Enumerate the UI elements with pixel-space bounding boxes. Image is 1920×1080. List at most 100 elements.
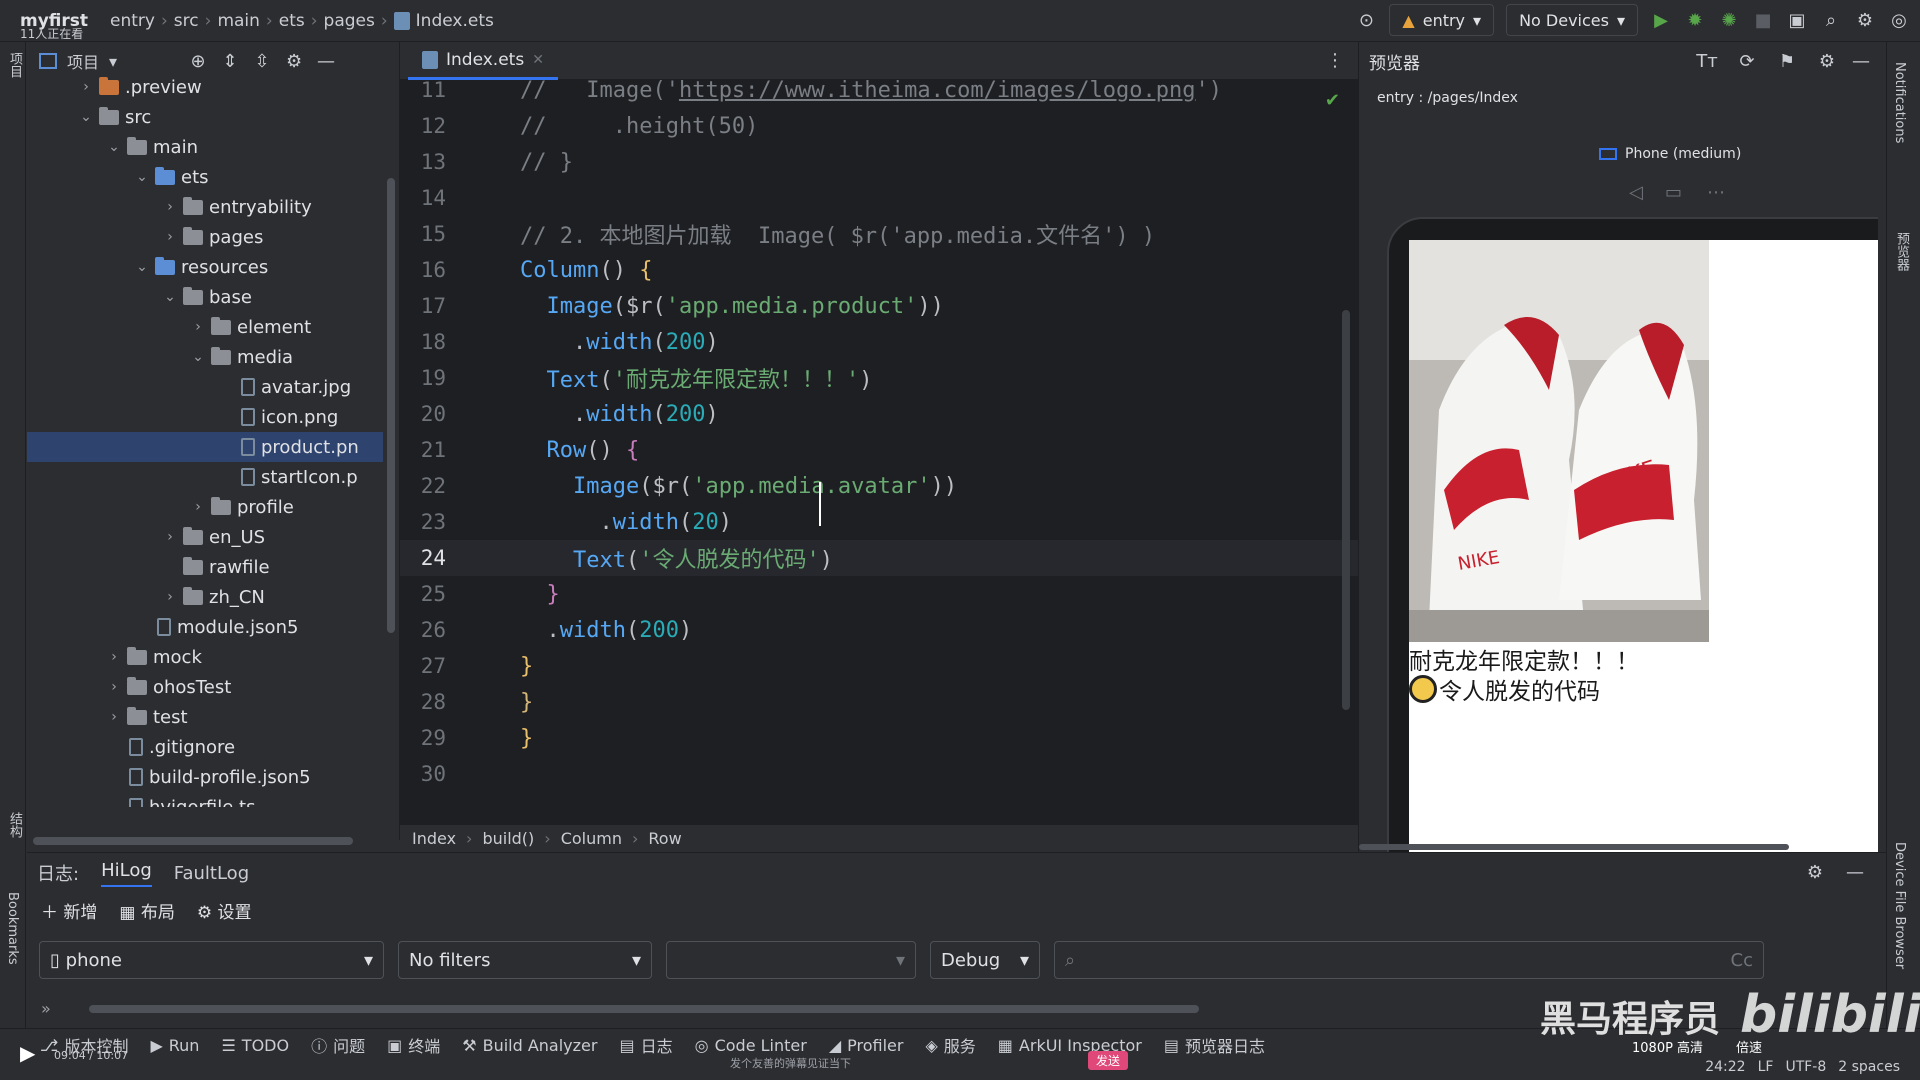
- code-line[interactable]: 15 // 2. 本地图片加载 Image( $r('app.media.文件名'…: [400, 216, 1358, 252]
- file-encoding[interactable]: UTF-8: [1785, 1059, 1826, 1075]
- tool-terminal[interactable]: ▣ 终端: [387, 1033, 440, 1057]
- breadcrumb-pages[interactable]: pages: [324, 11, 375, 31]
- tool-todo[interactable]: ☰ TODO: [221, 1036, 289, 1055]
- project-view-dropdown[interactable]: 项目: [67, 49, 99, 73]
- code-line[interactable]: 11 // Image('https://www.itheima.com/imag…: [400, 80, 1358, 108]
- chevron-right-icon[interactable]: ›: [105, 679, 123, 695]
- tree-item[interactable]: rawfile: [27, 552, 383, 582]
- code-line[interactable]: 14: [400, 180, 1358, 216]
- inspect-icon[interactable]: ⚑: [1776, 50, 1798, 72]
- log-search-input[interactable]: ⌕ Cc: [1054, 941, 1764, 979]
- code-line[interactable]: 27}: [400, 648, 1358, 684]
- chevron-right-icon[interactable]: ›: [161, 229, 179, 245]
- code-line[interactable]: 26 .width(200): [400, 612, 1358, 648]
- run-icon[interactable]: ▶: [1650, 9, 1672, 31]
- search-icon[interactable]: ⌕: [1820, 9, 1842, 31]
- project-tree-scrollbar[interactable]: [387, 178, 395, 633]
- breadcrumb-entry[interactable]: entry: [110, 11, 155, 31]
- project-hscrollbar[interactable]: [33, 837, 353, 845]
- chevron-right-icon[interactable]: ›: [105, 709, 123, 725]
- send-danmaku-button[interactable]: 发送: [1088, 1051, 1129, 1070]
- tool-version-control[interactable]: ⎇ 版本控制: [40, 1033, 128, 1057]
- code-line[interactable]: 21 Row() {: [400, 432, 1358, 468]
- log-settings-button[interactable]: ⚙ 设置: [197, 898, 252, 923]
- locate-icon[interactable]: ⊕: [187, 50, 209, 72]
- phone-screen[interactable]: NIKE NIKE 耐克龙年限定款！！！ 令人脱发的代码: [1409, 240, 1878, 852]
- tree-item[interactable]: › profile: [27, 492, 383, 522]
- minimize-icon[interactable]: —: [1850, 50, 1872, 72]
- tree-item[interactable]: › zh_CN: [27, 582, 383, 612]
- breadcrumb-src[interactable]: src: [174, 11, 199, 31]
- tree-item[interactable]: avatar.jpg: [27, 372, 383, 402]
- tree-item[interactable]: .gitignore: [27, 732, 383, 762]
- gear-icon[interactable]: ⚙: [1804, 861, 1826, 883]
- tree-item[interactable]: ⌄ ets: [27, 162, 383, 192]
- tree-item[interactable]: › pages: [27, 222, 383, 252]
- tool-profiler[interactable]: ◢ Profiler: [829, 1036, 904, 1055]
- breadcrumb-column[interactable]: Column: [561, 829, 622, 848]
- chevron-right-icon[interactable]: ›: [189, 319, 207, 335]
- tree-item[interactable]: module.json5: [27, 612, 383, 642]
- breadcrumb-file[interactable]: Index.ets: [393, 11, 494, 31]
- tool-previewer-log[interactable]: ▤ 预览器日志: [1164, 1033, 1265, 1057]
- tab-index-ets[interactable]: Index.ets ✕: [408, 42, 558, 80]
- breadcrumb-index[interactable]: Index: [412, 829, 456, 848]
- expand-icon[interactable]: »: [41, 999, 51, 1018]
- expand-all-icon[interactable]: ⇕: [219, 50, 241, 72]
- tree-item[interactable]: ⌄ resources: [27, 252, 383, 282]
- tree-item[interactable]: ⌄ base: [27, 282, 383, 312]
- minimize-icon[interactable]: —: [315, 50, 337, 72]
- chevron-down-icon[interactable]: ⌄: [161, 289, 179, 305]
- tool-services[interactable]: ◈ 服务: [925, 1033, 975, 1057]
- attach-debugger-icon[interactable]: ✺: [1718, 9, 1740, 31]
- run-config-dropdown[interactable]: ▲ entry ▾: [1389, 4, 1495, 36]
- breadcrumb-ets[interactable]: ets: [279, 11, 305, 31]
- tree-item[interactable]: icon.png: [27, 402, 383, 432]
- project-name[interactable]: myfirst 11人正在看: [20, 11, 88, 41]
- rotate-icon[interactable]: ▭: [1665, 182, 1682, 203]
- breadcrumb-main[interactable]: main: [217, 11, 259, 31]
- tree-item[interactable]: product.pn: [27, 432, 383, 462]
- tool-run[interactable]: ▶ Run: [150, 1036, 199, 1055]
- match-case-toggle[interactable]: Cc: [1731, 950, 1753, 971]
- tool-code-linter[interactable]: ◎ Code Linter: [695, 1036, 807, 1055]
- stop-icon[interactable]: ■: [1752, 9, 1774, 31]
- code-editor[interactable]: 11 // Image('https://www.itheima.com/imag…: [400, 80, 1358, 824]
- tool-log[interactable]: ▤ 日志: [619, 1033, 672, 1057]
- tree-item[interactable]: ⌄ src: [27, 102, 383, 132]
- tree-item[interactable]: build-profile.json5: [27, 762, 383, 792]
- account-icon[interactable]: ◎: [1888, 9, 1910, 31]
- device-file-browser-tool-button[interactable]: Device File Browser: [1892, 842, 1907, 969]
- line-separator[interactable]: LF: [1758, 1059, 1774, 1075]
- tree-item[interactable]: › en_US: [27, 522, 383, 552]
- code-line[interactable]: 29}: [400, 720, 1358, 756]
- code-line[interactable]: 13 // }: [400, 144, 1358, 180]
- code-line[interactable]: 17 Image($r('app.media.product')): [400, 288, 1358, 324]
- gear-icon[interactable]: ⚙: [1816, 50, 1838, 72]
- play-icon[interactable]: ▶: [20, 1041, 35, 1065]
- chevron-down-icon[interactable]: ▾: [109, 52, 117, 71]
- chevron-right-icon[interactable]: ›: [77, 79, 95, 95]
- editor-scrollbar[interactable]: [1342, 310, 1350, 710]
- log-level-select[interactable]: Debug ▾: [930, 941, 1040, 979]
- chevron-down-icon[interactable]: ⌄: [189, 349, 207, 365]
- code-line[interactable]: 18 .width(200): [400, 324, 1358, 360]
- tree-item[interactable]: › entryability: [27, 192, 383, 222]
- caret-position[interactable]: 24:22: [1705, 1059, 1745, 1075]
- breadcrumb-build[interactable]: build(): [482, 829, 534, 848]
- font-size-icon[interactable]: Tт: [1696, 50, 1718, 72]
- tree-item[interactable]: ⌄ media: [27, 342, 383, 372]
- tab-faultlog[interactable]: FaultLog: [174, 863, 249, 884]
- debug-icon[interactable]: ✹: [1684, 9, 1706, 31]
- code-line[interactable]: 23 .width(20): [400, 504, 1358, 540]
- tab-hilog[interactable]: HiLog: [101, 860, 152, 887]
- tree-item[interactable]: › test: [27, 702, 383, 732]
- back-icon[interactable]: ◁: [1629, 182, 1643, 203]
- code-line[interactable]: 19 Text('耐克龙年限定款！！！'): [400, 360, 1358, 396]
- code-line[interactable]: 12 // .height(50): [400, 108, 1358, 144]
- chevron-right-icon[interactable]: ›: [105, 649, 123, 665]
- code-line[interactable]: 16 Column() {: [400, 252, 1358, 288]
- device-manager-icon[interactable]: ▣: [1786, 9, 1808, 31]
- code-line[interactable]: 25 }: [400, 576, 1358, 612]
- add-log-button[interactable]: ＋ 新增: [41, 898, 97, 923]
